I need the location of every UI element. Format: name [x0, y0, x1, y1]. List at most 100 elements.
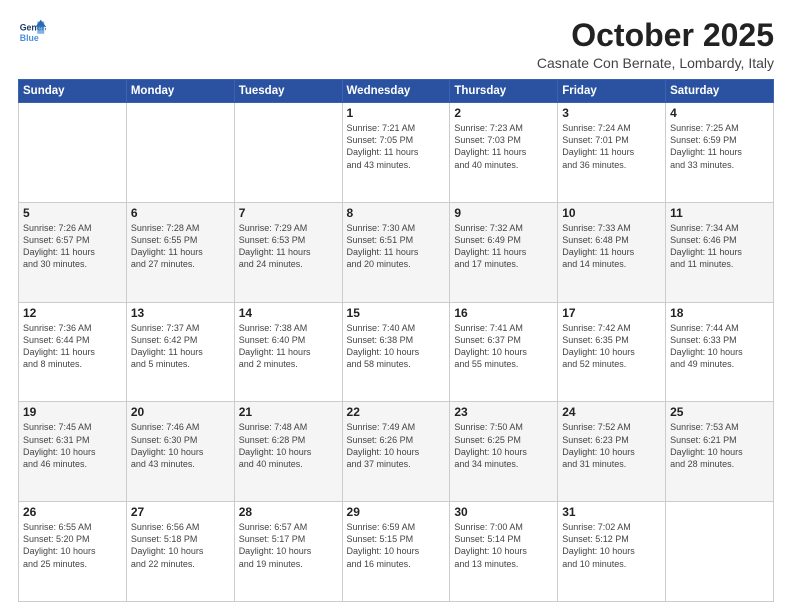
day-info: Sunrise: 7:02 AM Sunset: 5:12 PM Dayligh… [562, 521, 661, 570]
day-info: Sunrise: 6:59 AM Sunset: 5:15 PM Dayligh… [347, 521, 446, 570]
day-number: 11 [670, 206, 769, 220]
logo-icon: General Blue [18, 18, 46, 46]
calendar-cell: 24Sunrise: 7:52 AM Sunset: 6:23 PM Dayli… [558, 402, 666, 502]
day-number: 2 [454, 106, 553, 120]
day-info: Sunrise: 7:45 AM Sunset: 6:31 PM Dayligh… [23, 421, 122, 470]
day-info: Sunrise: 7:53 AM Sunset: 6:21 PM Dayligh… [670, 421, 769, 470]
calendar-cell: 14 Sunrise: 7:38 AM Sunset: 6:40 PM Dayli… [234, 302, 342, 402]
day-number: 14 [239, 306, 338, 320]
calendar-cell: 18 Sunrise: 7:44 AM Sunset: 6:33 PM Dayli… [666, 302, 774, 402]
calendar-table: SundayMondayTuesdayWednesdayThursdayFrid… [18, 79, 774, 602]
calendar-cell: 25Sunrise: 7:53 AM Sunset: 6:21 PM Dayli… [666, 402, 774, 502]
day-info: Sunrise: 7:26 AM Sunset: 6:57 PM Dayligh… [23, 222, 122, 271]
weekday-header-row: SundayMondayTuesdayWednesdayThursdayFrid… [19, 80, 774, 103]
day-info: Sunrise: 7:46 AM Sunset: 6:30 PM Dayligh… [131, 421, 230, 470]
week-row-4: 19 Sunrise: 7:45 AM Sunset: 6:31 PM Dayli… [19, 402, 774, 502]
svg-text:Blue: Blue [20, 33, 39, 43]
day-number: 16 [454, 306, 553, 320]
day-info: Sunrise: 7:23 AM Sunset: 7:03 PM Dayligh… [454, 122, 553, 171]
day-number: 21 [239, 405, 338, 419]
day-info: Sunrise: 7:37 AM Sunset: 6:42 PM Dayligh… [131, 322, 230, 371]
day-info: Sunrise: 7:48 AM Sunset: 6:28 PM Dayligh… [239, 421, 338, 470]
weekday-header-monday: Monday [126, 80, 234, 103]
day-number: 13 [131, 306, 230, 320]
week-row-5: 26 Sunrise: 6:55 AM Sunset: 5:20 PM Dayli… [19, 502, 774, 602]
week-row-1: 1Sunrise: 7:21 AM Sunset: 7:05 PM Daylig… [19, 103, 774, 203]
calendar-cell: 17 Sunrise: 7:42 AM Sunset: 6:35 PM Dayli… [558, 302, 666, 402]
calendar-cell: 16 Sunrise: 7:41 AM Sunset: 6:37 PM Dayli… [450, 302, 558, 402]
calendar-cell: 8 Sunrise: 7:30 AM Sunset: 6:51 PM Daylig… [342, 202, 450, 302]
day-number: 8 [347, 206, 446, 220]
day-number: 30 [454, 505, 553, 519]
day-info: Sunrise: 7:28 AM Sunset: 6:55 PM Dayligh… [131, 222, 230, 271]
month-title: October 2025 [537, 18, 774, 53]
day-number: 7 [239, 206, 338, 220]
calendar-cell: 21 Sunrise: 7:48 AM Sunset: 6:28 PM Dayli… [234, 402, 342, 502]
day-number: 31 [562, 505, 661, 519]
day-info: Sunrise: 7:21 AM Sunset: 7:05 PM Dayligh… [347, 122, 446, 171]
day-info: Sunrise: 7:41 AM Sunset: 6:37 PM Dayligh… [454, 322, 553, 371]
calendar-cell: 20Sunrise: 7:46 AM Sunset: 6:30 PM Dayli… [126, 402, 234, 502]
calendar-cell: 13 Sunrise: 7:37 AM Sunset: 6:42 PM Dayli… [126, 302, 234, 402]
weekday-header-wednesday: Wednesday [342, 80, 450, 103]
calendar-cell: 27 Sunrise: 6:56 AM Sunset: 5:18 PM Dayli… [126, 502, 234, 602]
calendar-cell [666, 502, 774, 602]
day-info: Sunrise: 7:29 AM Sunset: 6:53 PM Dayligh… [239, 222, 338, 271]
day-info: Sunrise: 7:49 AM Sunset: 6:26 PM Dayligh… [347, 421, 446, 470]
week-row-2: 5Sunrise: 7:26 AM Sunset: 6:57 PM Daylig… [19, 202, 774, 302]
calendar-cell: 2 Sunrise: 7:23 AM Sunset: 7:03 PM Daylig… [450, 103, 558, 203]
calendar-cell: 22Sunrise: 7:49 AM Sunset: 6:26 PM Dayli… [342, 402, 450, 502]
day-number: 29 [347, 505, 446, 519]
day-number: 26 [23, 505, 122, 519]
day-number: 18 [670, 306, 769, 320]
day-number: 23 [454, 405, 553, 419]
day-info: Sunrise: 7:33 AM Sunset: 6:48 PM Dayligh… [562, 222, 661, 271]
calendar-cell: 12 Sunrise: 7:36 AM Sunset: 6:44 PM Dayli… [19, 302, 127, 402]
day-info: Sunrise: 6:55 AM Sunset: 5:20 PM Dayligh… [23, 521, 122, 570]
calendar-cell: 4Sunrise: 7:25 AM Sunset: 6:59 PM Daylig… [666, 103, 774, 203]
calendar-cell: 11Sunrise: 7:34 AM Sunset: 6:46 PM Dayli… [666, 202, 774, 302]
title-block: October 2025 Casnate Con Bernate, Lombar… [537, 18, 774, 71]
day-number: 24 [562, 405, 661, 419]
day-number: 10 [562, 206, 661, 220]
day-number: 27 [131, 505, 230, 519]
day-info: Sunrise: 7:32 AM Sunset: 6:49 PM Dayligh… [454, 222, 553, 271]
calendar-cell: 15 Sunrise: 7:40 AM Sunset: 6:38 PM Dayli… [342, 302, 450, 402]
day-info: Sunrise: 7:36 AM Sunset: 6:44 PM Dayligh… [23, 322, 122, 371]
day-number: 17 [562, 306, 661, 320]
calendar-cell: 29 Sunrise: 6:59 AM Sunset: 5:15 PM Dayli… [342, 502, 450, 602]
calendar-cell [234, 103, 342, 203]
weekday-header-tuesday: Tuesday [234, 80, 342, 103]
day-number: 28 [239, 505, 338, 519]
day-number: 6 [131, 206, 230, 220]
day-info: Sunrise: 7:24 AM Sunset: 7:01 PM Dayligh… [562, 122, 661, 171]
week-row-3: 12 Sunrise: 7:36 AM Sunset: 6:44 PM Dayli… [19, 302, 774, 402]
header: General Blue October 2025 Casnate Con Be… [18, 18, 774, 71]
day-number: 19 [23, 405, 122, 419]
day-info: Sunrise: 7:50 AM Sunset: 6:25 PM Dayligh… [454, 421, 553, 470]
calendar-cell: 9 Sunrise: 7:32 AM Sunset: 6:49 PM Daylig… [450, 202, 558, 302]
calendar-cell: 7 Sunrise: 7:29 AM Sunset: 6:53 PM Daylig… [234, 202, 342, 302]
calendar-cell: 3Sunrise: 7:24 AM Sunset: 7:01 PM Daylig… [558, 103, 666, 203]
calendar-cell: 31 Sunrise: 7:02 AM Sunset: 5:12 PM Dayli… [558, 502, 666, 602]
day-info: Sunrise: 6:56 AM Sunset: 5:18 PM Dayligh… [131, 521, 230, 570]
calendar-cell: 26 Sunrise: 6:55 AM Sunset: 5:20 PM Dayli… [19, 502, 127, 602]
day-number: 15 [347, 306, 446, 320]
day-info: Sunrise: 7:30 AM Sunset: 6:51 PM Dayligh… [347, 222, 446, 271]
day-info: Sunrise: 7:44 AM Sunset: 6:33 PM Dayligh… [670, 322, 769, 371]
day-number: 9 [454, 206, 553, 220]
day-info: Sunrise: 6:57 AM Sunset: 5:17 PM Dayligh… [239, 521, 338, 570]
calendar-cell [19, 103, 127, 203]
day-info: Sunrise: 7:42 AM Sunset: 6:35 PM Dayligh… [562, 322, 661, 371]
calendar-page: General Blue October 2025 Casnate Con Be… [0, 0, 792, 612]
weekday-header-thursday: Thursday [450, 80, 558, 103]
weekday-header-friday: Friday [558, 80, 666, 103]
day-info: Sunrise: 7:40 AM Sunset: 6:38 PM Dayligh… [347, 322, 446, 371]
day-info: Sunrise: 7:38 AM Sunset: 6:40 PM Dayligh… [239, 322, 338, 371]
day-number: 4 [670, 106, 769, 120]
calendar-cell: 23 Sunrise: 7:50 AM Sunset: 6:25 PM Dayli… [450, 402, 558, 502]
logo: General Blue [18, 18, 46, 46]
day-number: 12 [23, 306, 122, 320]
calendar-cell: 6 Sunrise: 7:28 AM Sunset: 6:55 PM Daylig… [126, 202, 234, 302]
calendar-cell: 28 Sunrise: 6:57 AM Sunset: 5:17 PM Dayli… [234, 502, 342, 602]
